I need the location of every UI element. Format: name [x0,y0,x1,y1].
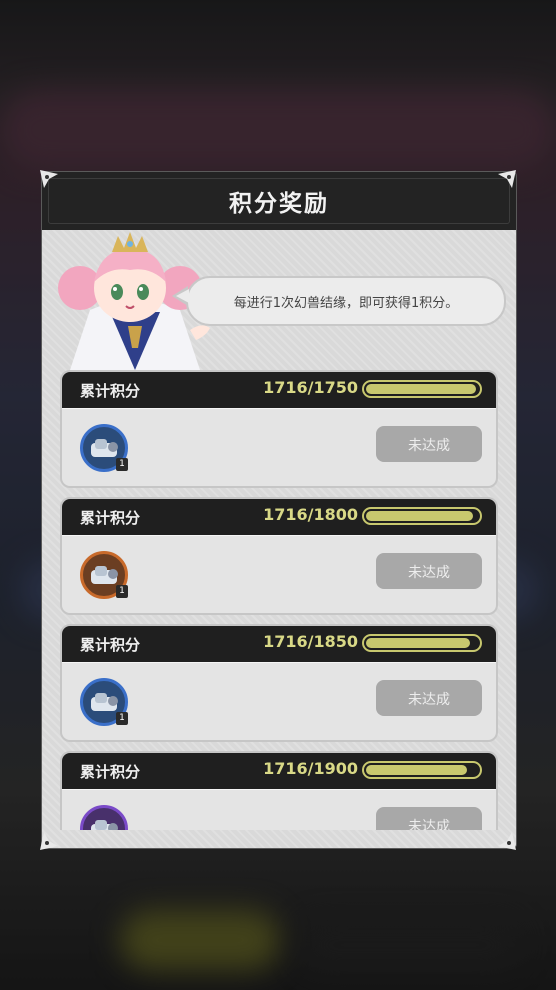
reward-count-badge: 1 [116,585,128,598]
progress-bar [362,761,482,779]
score-text: 1716/1750 [263,378,358,397]
claim-status-button[interactable]: 未达成 [376,807,482,830]
corner-ornament-icon [40,832,58,850]
card-header: 累计积分 1716/1750 [62,372,496,408]
progress-fill [366,511,473,521]
card-header: 累计积分 1716/1850 [62,626,496,662]
progress-fill [366,638,470,648]
hint-speech-bubble: 每进行1次幻兽结缘，即可获得1积分。 [186,276,506,326]
corner-ornament-icon [498,832,516,850]
reward-card: 累计积分 1716/1800 1 未达成 [60,497,498,615]
score-text: 1716/1900 [263,759,358,778]
reward-count-badge: 1 [116,712,128,725]
claim-status-button[interactable]: 未达成 [376,680,482,716]
corner-ornament-icon [498,170,516,188]
corner-ornament-icon [40,170,58,188]
progress-fill [366,765,468,775]
panel-header: 积分奖励 [42,172,516,232]
score-text: 1716/1850 [263,632,358,651]
reward-count-badge: 1 [116,458,128,471]
card-label: 累计积分 [80,763,141,781]
claim-status-button[interactable]: 未达成 [376,553,482,589]
hint-text: 每进行1次幻兽结缘，即可获得1积分。 [233,295,459,311]
reward-card: 累计积分 1716/1750 1 未达成 [60,370,498,488]
score-text: 1716/1800 [263,505,358,524]
progress-bar [362,507,482,525]
card-header: 累计积分 1716/1800 [62,499,496,535]
panel-title: 积分奖励 [229,191,329,217]
reward-card: 累计积分 1716/1900 1 未达成 [60,751,498,830]
progress-bar [362,380,482,398]
reward-list[interactable]: 累计积分 1716/1750 1 未达成 累计积分 1716/1800 1 未达… [60,370,498,830]
claim-status-button[interactable]: 未达成 [376,426,482,462]
card-header: 累计积分 1716/1900 [62,753,496,789]
card-label: 累计积分 [80,509,141,527]
progress-fill [366,384,476,394]
progress-bar [362,634,482,652]
reward-item-icon[interactable] [80,805,128,830]
reward-card: 累计积分 1716/1850 1 未达成 [60,624,498,742]
card-label: 累计积分 [80,382,141,400]
card-label: 累计积分 [80,636,141,654]
